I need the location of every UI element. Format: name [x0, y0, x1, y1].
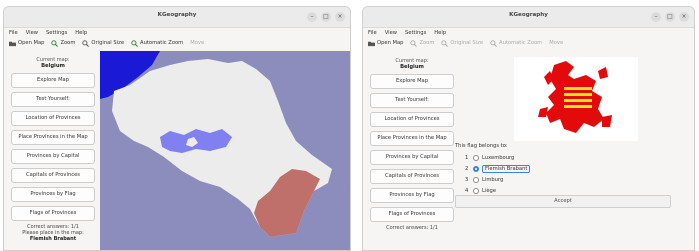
place-target: Flemish Brabant — [29, 236, 77, 242]
toolbar: Open Map Zoom Original Size Automatic Zo… — [4, 37, 350, 49]
kgeography-window-flag: KGeography – □ × File View Settings Help… — [362, 6, 695, 251]
menu-bar: File View Settings Help — [363, 28, 694, 37]
map-view[interactable] — [100, 51, 351, 251]
zoom-fit-icon — [490, 39, 497, 47]
menu-file[interactable]: File — [368, 30, 377, 36]
minimize-button[interactable]: – — [307, 12, 317, 22]
lion-flag-emblem — [538, 61, 612, 133]
radio-button[interactable] — [473, 187, 479, 194]
menu-help[interactable]: Help — [434, 30, 446, 36]
window-title: KGeography — [509, 12, 548, 18]
provinces-by-flag-button[interactable]: Provinces by Flag — [370, 188, 454, 203]
zoom-icon — [410, 39, 418, 47]
menu-view[interactable]: View — [26, 30, 38, 36]
move-button[interactable]: Move — [549, 40, 563, 46]
zoom-fit-icon — [131, 39, 138, 47]
test-yourself-button[interactable]: Test Yourself: — [370, 93, 454, 108]
zoom-original-icon — [82, 39, 90, 47]
zoom-icon — [51, 39, 59, 47]
window-title: KGeography — [157, 12, 197, 18]
maximize-button[interactable]: □ — [665, 12, 675, 22]
title-bar: KGeography – □ × — [4, 7, 350, 28]
zoom-button[interactable]: Zoom — [51, 39, 75, 47]
kgeography-window-map: KGeography – □ × File View Settings Help… — [3, 6, 351, 251]
menu-bar: File View Settings Help — [4, 28, 350, 37]
side-panel: Current map: Belgium Explore Map Test Yo… — [369, 56, 455, 231]
explore-map-button[interactable]: Explore Map — [370, 74, 454, 89]
close-button[interactable]: × — [335, 12, 345, 22]
provinces-by-capital-button[interactable]: Provinces by Capital — [370, 150, 454, 165]
current-map: Current map: Belgium — [10, 57, 96, 69]
provinces-by-capital-button[interactable]: Provinces by Capital — [11, 149, 95, 164]
current-map-name: Belgium — [41, 63, 65, 69]
original-size-button[interactable]: Original Size — [441, 39, 483, 47]
accept-button[interactable]: Accept — [455, 195, 671, 208]
open-map-button[interactable]: Open Map — [368, 40, 403, 47]
place-provinces-button[interactable]: Place Provinces in the Map — [11, 130, 95, 145]
title-bar: KGeography – □ × — [363, 7, 694, 28]
menu-settings[interactable]: Settings — [405, 30, 426, 36]
belgium-map[interactable] — [100, 51, 351, 251]
menu-help[interactable]: Help — [75, 30, 87, 36]
side-panel: Current map: Belgium Explore Map Test Yo… — [10, 55, 96, 242]
menu-settings[interactable]: Settings — [46, 30, 67, 36]
test-yourself-button[interactable]: Test Yourself: — [11, 92, 95, 107]
menu-view[interactable]: View — [385, 30, 397, 36]
answer-option-selected[interactable]: 2 Flemish Brabant — [465, 163, 531, 174]
current-map-name: Belgium — [400, 64, 424, 70]
answer-option[interactable]: 1 Luxembourg — [465, 152, 530, 163]
zoom-original-icon — [441, 39, 449, 47]
provinces-by-flag-button[interactable]: Provinces by Flag — [11, 187, 95, 202]
zoom-button[interactable]: Zoom — [410, 39, 434, 47]
close-button[interactable]: × — [679, 12, 689, 22]
toolbar: Open Map Zoom Original Size Automatic Zo… — [363, 37, 694, 49]
location-of-provinces-button[interactable]: Location of Provinces — [370, 112, 454, 127]
flag-question: This flag belongs to: — [455, 143, 508, 149]
quiz-status: Correct answers: 1/1 Please place in the… — [10, 224, 96, 242]
move-button[interactable]: Move — [190, 40, 204, 46]
automatic-zoom-button[interactable]: Automatic Zoom — [490, 39, 542, 47]
radio-button[interactable] — [473, 176, 479, 183]
place-provinces-button[interactable]: Place Provinces in the Map — [370, 131, 454, 146]
flag-quiz-panel: This flag belongs to: 1 Luxembourg 2 Fle… — [455, 51, 694, 250]
answer-option[interactable]: 3 Limburg — [465, 174, 530, 185]
correct-answers: Correct answers: 1/1 — [386, 225, 438, 231]
capitals-of-provinces-button[interactable]: Capitals of Provinces — [11, 168, 95, 183]
radio-button-checked[interactable] — [473, 165, 479, 172]
folder-icon — [368, 41, 375, 46]
flags-of-provinces-button[interactable]: Flags of Provinces — [11, 206, 95, 221]
location-of-provinces-button[interactable]: Location of Provinces — [11, 111, 95, 126]
flags-of-provinces-button[interactable]: Flags of Provinces — [370, 207, 454, 222]
original-size-button[interactable]: Original Size — [82, 39, 124, 47]
radio-button[interactable] — [473, 154, 479, 161]
answer-options: 1 Luxembourg 2 Flemish Brabant 3 Limburg… — [465, 152, 531, 196]
current-map: Current map: Belgium — [369, 58, 455, 70]
flag-image — [514, 57, 638, 141]
folder-icon — [9, 41, 16, 46]
automatic-zoom-button[interactable]: Automatic Zoom — [131, 39, 183, 47]
explore-map-button[interactable]: Explore Map — [11, 73, 95, 88]
maximize-button[interactable]: □ — [321, 12, 331, 22]
open-map-button[interactable]: Open Map — [9, 40, 44, 47]
menu-file[interactable]: File — [9, 30, 18, 36]
capitals-of-provinces-button[interactable]: Capitals of Provinces — [370, 169, 454, 184]
quiz-status: Correct answers: 1/1 — [369, 225, 455, 231]
minimize-button[interactable]: – — [651, 12, 661, 22]
